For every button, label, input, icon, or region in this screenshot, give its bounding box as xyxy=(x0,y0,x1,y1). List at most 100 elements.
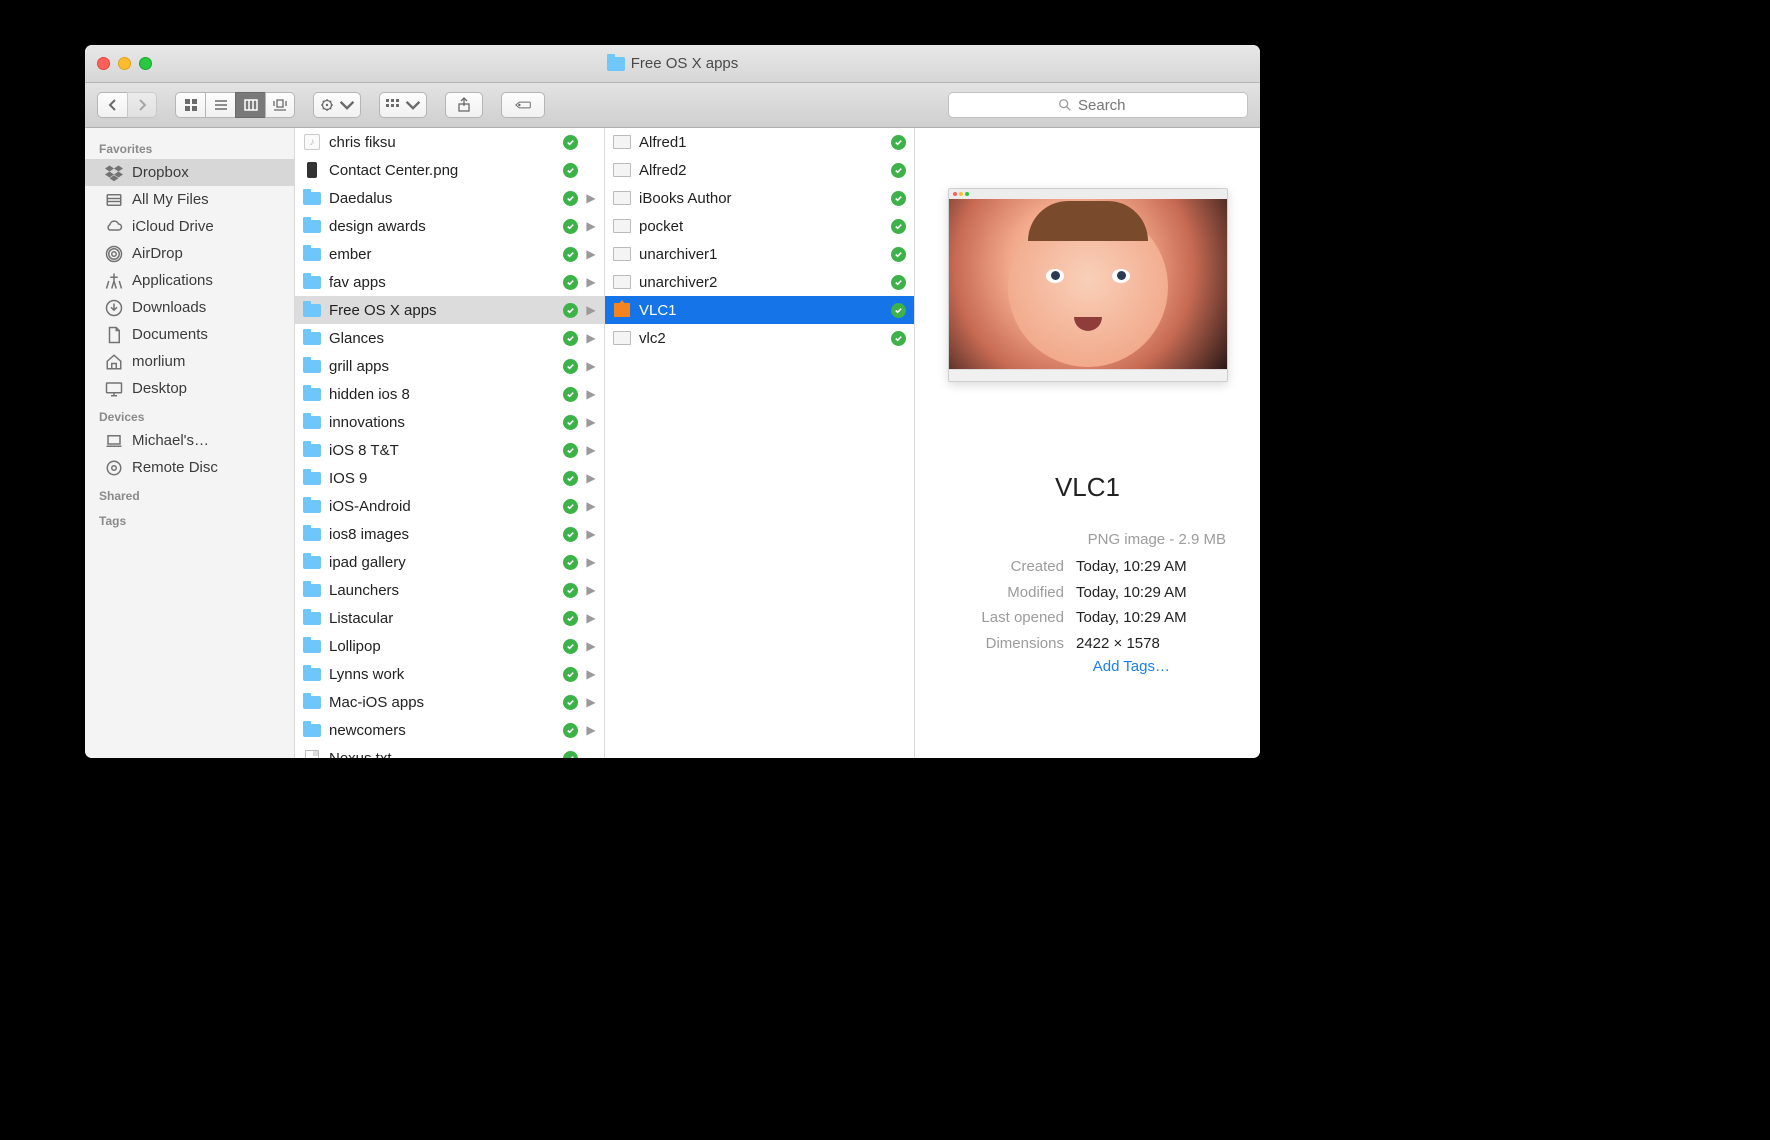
icon-view-button[interactable] xyxy=(175,92,205,118)
file-row[interactable]: VLC1 xyxy=(605,296,914,324)
folder-icon xyxy=(303,584,321,597)
search-input[interactable] xyxy=(1078,97,1138,114)
toolbar xyxy=(85,83,1260,128)
file-name: fav apps xyxy=(329,274,386,291)
column-view-button[interactable] xyxy=(235,92,265,118)
chevron-right-icon: ▶ xyxy=(586,247,596,261)
file-row[interactable]: Launchers▶ xyxy=(295,576,604,604)
file-name: Alfred1 xyxy=(639,134,687,151)
minimize-button[interactable] xyxy=(118,57,131,70)
sync-badge-icon xyxy=(563,275,578,290)
chevron-right-icon: ▶ xyxy=(586,331,596,345)
folder-icon xyxy=(303,696,321,709)
file-row[interactable]: Glances▶ xyxy=(295,324,604,352)
file-row[interactable]: iBooks Author xyxy=(605,184,914,212)
close-button[interactable] xyxy=(97,57,110,70)
meta-value: 2422 × 1578 xyxy=(1076,631,1226,657)
forward-button[interactable] xyxy=(127,92,157,118)
file-row[interactable]: grill apps▶ xyxy=(295,352,604,380)
sidebar-item-label: Desktop xyxy=(132,380,187,397)
file-row[interactable]: design awards▶ xyxy=(295,212,604,240)
list-view-button[interactable] xyxy=(205,92,235,118)
folder-icon xyxy=(303,388,321,401)
file-row[interactable]: Listacular▶ xyxy=(295,604,604,632)
file-row[interactable]: ipad gallery▶ xyxy=(295,548,604,576)
file-row[interactable]: hidden ios 8▶ xyxy=(295,380,604,408)
file-row[interactable]: ios8 images▶ xyxy=(295,520,604,548)
file-row[interactable]: Daedalus▶ xyxy=(295,184,604,212)
column-2[interactable]: Alfred1Alfred2iBooks Authorpocketunarchi… xyxy=(605,128,915,758)
sync-badge-icon xyxy=(891,219,906,234)
preview-pane: VLC1 PNG image - 2.9 MB CreatedToday, 10… xyxy=(915,128,1260,758)
sync-badge-icon xyxy=(563,555,578,570)
folder-icon xyxy=(607,57,625,71)
file-row[interactable]: ♪chris fiksu xyxy=(295,128,604,156)
sync-badge-icon xyxy=(563,471,578,486)
file-name: Lynns work xyxy=(329,666,404,683)
preview-meta-row: ModifiedToday, 10:29 AM xyxy=(949,580,1226,606)
chevron-right-icon: ▶ xyxy=(586,443,596,457)
file-row[interactable]: pocket xyxy=(605,212,914,240)
sidebar-item[interactable]: Remote Disc xyxy=(85,454,294,481)
sidebar-item[interactable]: Dropbox xyxy=(85,159,294,186)
file-row[interactable]: IOS 9▶ xyxy=(295,464,604,492)
file-row[interactable]: Alfred1 xyxy=(605,128,914,156)
sidebar-item[interactable]: morlium xyxy=(85,348,294,375)
meta-value: Today, 10:29 AM xyxy=(1076,580,1226,606)
file-row[interactable]: Alfred2 xyxy=(605,156,914,184)
file-row[interactable]: innovations▶ xyxy=(295,408,604,436)
image-thumb-icon xyxy=(613,331,631,345)
sync-badge-icon xyxy=(563,443,578,458)
sidebar-item[interactable]: Documents xyxy=(85,321,294,348)
sidebar-item-label: Applications xyxy=(132,272,213,289)
arrange-menu-button[interactable] xyxy=(379,92,427,118)
column-1[interactable]: ♪chris fiksuContact Center.pngDaedalus▶d… xyxy=(295,128,605,758)
titlebar: Free OS X apps xyxy=(85,45,1260,83)
file-row[interactable]: iOS 8 T&T ▶ xyxy=(295,436,604,464)
chevron-right-icon: ▶ xyxy=(586,219,596,233)
file-row[interactable]: ember▶ xyxy=(295,240,604,268)
sync-badge-icon xyxy=(563,163,578,178)
file-row[interactable]: iOS-Android▶ xyxy=(295,492,604,520)
view-mode-buttons xyxy=(175,92,295,118)
sidebar-item-label: Documents xyxy=(132,326,208,343)
sidebar-item[interactable]: Downloads xyxy=(85,294,294,321)
share-button[interactable] xyxy=(445,92,483,118)
file-row[interactable]: Mac-iOS apps▶ xyxy=(295,688,604,716)
back-button[interactable] xyxy=(97,92,127,118)
search-field[interactable] xyxy=(948,92,1248,118)
folder-icon xyxy=(303,220,321,233)
file-row[interactable]: Contact Center.png xyxy=(295,156,604,184)
sync-badge-icon xyxy=(563,723,578,738)
file-name: iOS 8 T&T xyxy=(329,442,399,459)
file-row[interactable]: Free OS X apps▶ xyxy=(295,296,604,324)
sidebar-item[interactable]: Michael's… xyxy=(85,427,294,454)
sync-badge-icon xyxy=(891,303,906,318)
file-row[interactable]: unarchiver2 xyxy=(605,268,914,296)
sync-badge-icon xyxy=(891,275,906,290)
action-menu-button[interactable] xyxy=(313,92,361,118)
sidebar-item[interactable]: All My Files xyxy=(85,186,294,213)
file-row[interactable]: Nexus.txt xyxy=(295,744,604,758)
file-row[interactable]: vlc2 xyxy=(605,324,914,352)
folder-icon xyxy=(303,724,321,737)
sidebar-item[interactable]: iCloud Drive xyxy=(85,213,294,240)
sync-badge-icon xyxy=(563,695,578,710)
sidebar-item[interactable]: Desktop xyxy=(85,375,294,402)
file-row[interactable]: Lollipop▶ xyxy=(295,632,604,660)
file-name: IOS 9 xyxy=(329,470,367,487)
file-row[interactable]: newcomers▶ xyxy=(295,716,604,744)
file-row[interactable]: unarchiver1 xyxy=(605,240,914,268)
file-name: VLC1 xyxy=(639,302,677,319)
coverflow-view-button[interactable] xyxy=(265,92,295,118)
sidebar-item[interactable]: Applications xyxy=(85,267,294,294)
file-row[interactable]: Lynns work▶ xyxy=(295,660,604,688)
sync-badge-icon xyxy=(563,135,578,150)
file-row[interactable]: fav apps▶ xyxy=(295,268,604,296)
file-name: ios8 images xyxy=(329,526,409,543)
sidebar-item[interactable]: AirDrop xyxy=(85,240,294,267)
zoom-button[interactable] xyxy=(139,57,152,70)
tags-button[interactable] xyxy=(501,92,545,118)
add-tags-button[interactable]: Add Tags… xyxy=(1093,658,1170,675)
allfiles-icon xyxy=(105,191,123,209)
